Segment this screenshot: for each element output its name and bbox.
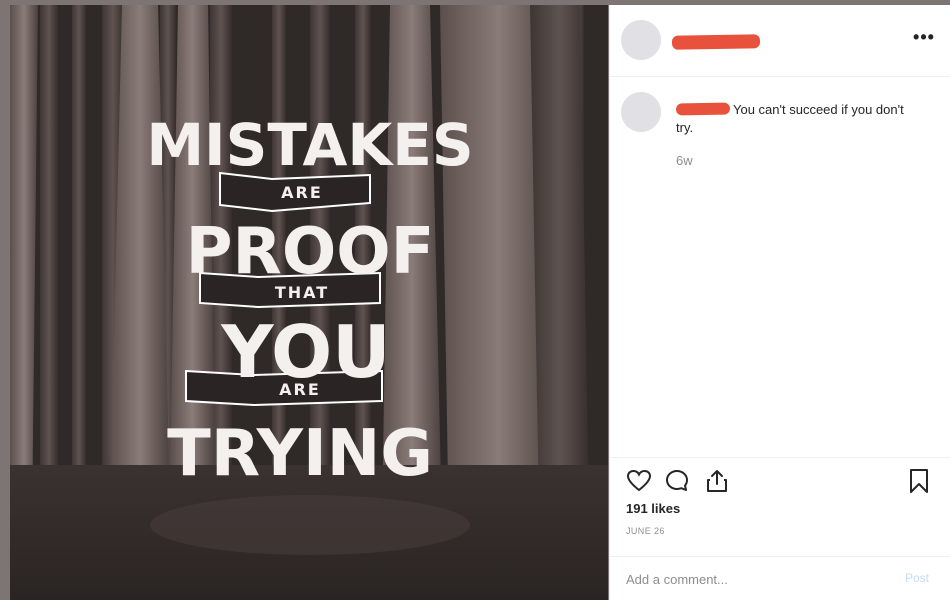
quote-line-6: ARE (279, 380, 321, 399)
comment-input[interactable] (626, 569, 876, 589)
post-date[interactable]: JUNE 26 (626, 526, 665, 536)
quote-line-1: MISTAKES (146, 111, 473, 179)
heart-icon[interactable] (626, 468, 652, 494)
quote-line-7: TRYING (167, 417, 433, 491)
add-comment-bar: Post (610, 556, 950, 600)
redacted-username (671, 34, 761, 50)
bookmark-icon[interactable] (906, 468, 932, 494)
post-modal: MISTAKES ARE PROOF THAT YOU ARE TRYING •… (0, 0, 950, 600)
forest-photo: MISTAKES ARE PROOF THAT YOU ARE TRYING (10, 5, 608, 600)
action-bar (610, 457, 950, 493)
caption-block: You can't succeed if you don't try. 6w (610, 77, 950, 177)
post-image[interactable]: MISTAKES ARE PROOF THAT YOU ARE TRYING (10, 5, 608, 600)
likes-count[interactable]: 191 likes (626, 501, 680, 516)
caption-text: You can't succeed if you don't try. (675, 101, 916, 137)
caption-timestamp[interactable]: 6w (676, 153, 693, 168)
share-icon[interactable] (704, 468, 730, 494)
post-comment-button[interactable]: Post (905, 571, 929, 585)
post-side-panel: ••• You can't succeed if you don't try. … (609, 5, 950, 600)
quote-line-4: THAT (275, 283, 329, 302)
quote-line-3: PROOF (186, 215, 435, 289)
redacted-caption-username[interactable] (675, 102, 731, 116)
comment-bubble-icon[interactable] (664, 468, 690, 494)
more-options-button[interactable]: ••• (913, 28, 935, 47)
caption-author-avatar[interactable] (621, 92, 661, 132)
author-avatar[interactable] (621, 20, 661, 60)
post-header: ••• (610, 5, 950, 77)
quote-line-2: ARE (281, 183, 323, 202)
